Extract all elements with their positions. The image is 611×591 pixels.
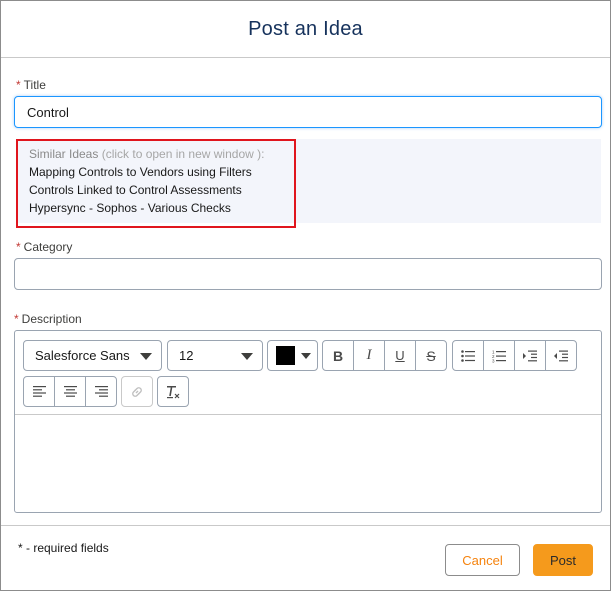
rich-text-editor: Salesforce Sans 12 B I U S 1 2 3 <box>14 330 602 513</box>
italic-button[interactable]: I <box>353 340 385 371</box>
align-right-button[interactable] <box>85 376 117 407</box>
chevron-down-icon <box>241 353 253 360</box>
bold-button[interactable]: B <box>322 340 354 371</box>
align-center-icon <box>63 386 77 397</box>
required-asterisk: * <box>16 78 21 92</box>
underline-icon: U <box>395 348 405 363</box>
indent-button[interactable] <box>514 340 546 371</box>
dialog-header: Post an Idea <box>1 1 610 58</box>
bullet-list-icon <box>461 349 475 362</box>
font-family-select[interactable]: Salesforce Sans <box>23 340 162 371</box>
font-size-select[interactable]: 12 <box>167 340 263 371</box>
outdent-button[interactable] <box>545 340 577 371</box>
similar-idea-link[interactable]: Hypersync - Sophos - Various Checks <box>29 201 231 215</box>
chevron-down-icon <box>301 353 311 359</box>
dialog-title: Post an Idea <box>248 18 363 40</box>
underline-button[interactable]: U <box>384 340 416 371</box>
required-fields-note: * - required fields <box>18 541 109 555</box>
post-button[interactable]: Post <box>533 544 593 576</box>
align-left-icon <box>32 386 46 397</box>
clear-formatting-button[interactable] <box>157 376 189 407</box>
cancel-button[interactable]: Cancel <box>445 544 520 576</box>
align-right-icon <box>94 386 108 397</box>
category-input[interactable] <box>14 258 602 290</box>
title-label: * Title <box>16 78 46 92</box>
editor-content-area[interactable] <box>15 415 601 512</box>
align-left-button[interactable] <box>23 376 55 407</box>
similar-ideas-heading: Similar Ideas (click to open in new wind… <box>29 147 265 161</box>
title-input-value: Control <box>27 104 69 120</box>
similar-idea-link[interactable]: Controls Linked to Control Assessments <box>29 183 242 197</box>
indent-icon <box>523 350 537 361</box>
strikethrough-icon: S <box>426 347 436 364</box>
strikethrough-button[interactable]: S <box>415 340 447 371</box>
bullet-list-button[interactable] <box>452 340 484 371</box>
required-asterisk: * <box>14 312 19 326</box>
footer-divider <box>1 525 610 526</box>
link-button[interactable] <box>121 376 153 407</box>
post-idea-dialog: Post an Idea * Title Control Similar Idea… <box>0 0 611 591</box>
text-color-picker[interactable] <box>267 340 318 371</box>
title-input[interactable]: Control <box>14 96 602 128</box>
clear-formatting-icon <box>167 385 180 398</box>
bold-icon: B <box>332 347 344 364</box>
description-label: * Description <box>14 312 82 326</box>
color-swatch <box>276 346 295 365</box>
link-icon <box>132 386 142 397</box>
numbered-list-icon: 1 2 3 <box>492 349 506 363</box>
similar-ideas-hint: (click to open in new window ): <box>101 147 265 161</box>
category-label: * Category <box>16 240 73 254</box>
numbered-list-button[interactable]: 1 2 3 <box>483 340 515 371</box>
italic-icon: I <box>366 347 372 363</box>
outdent-icon <box>554 350 568 361</box>
similar-idea-link[interactable]: Mapping Controls to Vendors using Filter… <box>29 165 252 179</box>
align-center-button[interactable] <box>54 376 86 407</box>
svg-text:3: 3 <box>492 358 495 363</box>
required-asterisk: * <box>16 240 21 254</box>
chevron-down-icon <box>140 353 152 360</box>
